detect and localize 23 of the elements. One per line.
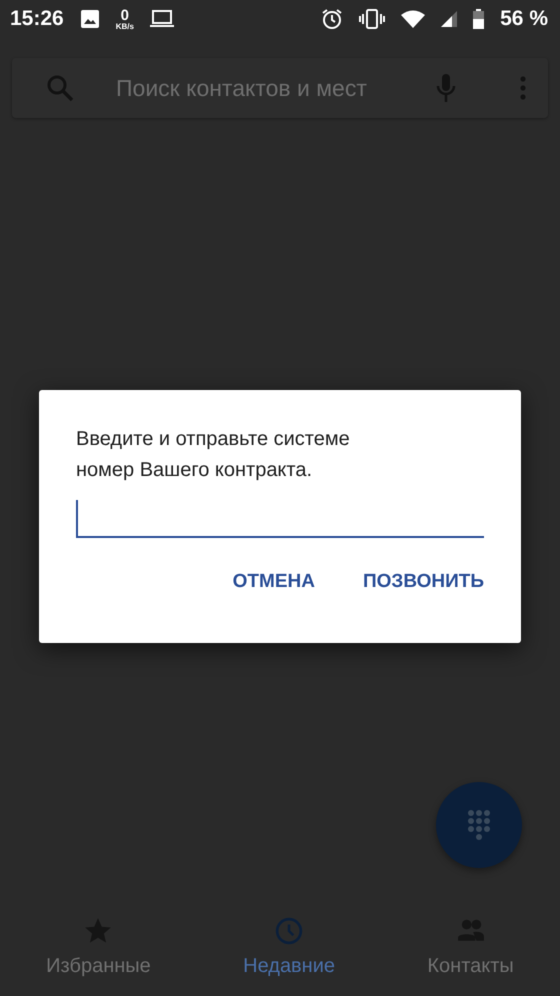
clock-time: 15:26 — [10, 6, 64, 32]
clock-icon — [274, 917, 304, 945]
nav-tab[interactable]: Избранные — [46, 917, 151, 981]
alarm-icon — [321, 8, 344, 30]
microphone-icon — [436, 73, 456, 103]
more-icon — [520, 76, 526, 100]
battery-icon — [473, 9, 484, 29]
dialog-message: Введите и отправьте системе номер Вашего контракта. — [76, 427, 351, 483]
image-icon — [80, 9, 100, 29]
vibrate-icon — [359, 9, 386, 29]
wifi-icon — [401, 10, 426, 28]
dialpad-icon — [467, 809, 491, 841]
search-field[interactable]: Поиск контактов и мест — [114, 70, 412, 106]
dialog-button[interactable]: ПОЗВОНИТЬ — [362, 562, 484, 602]
signal-icon — [441, 11, 458, 27]
dialog-button[interactable]: ОТМЕНА — [232, 562, 315, 602]
nav-tab[interactable]: Недавние — [243, 917, 336, 981]
net-speed-value: 0 — [120, 8, 129, 22]
battery-percent: 56 % — [500, 6, 548, 32]
nav-tab[interactable]: Контакты — [427, 917, 514, 981]
net-speed-unit: KB/s — [116, 22, 134, 30]
laptop-icon — [150, 10, 174, 28]
search-icon — [46, 74, 74, 102]
